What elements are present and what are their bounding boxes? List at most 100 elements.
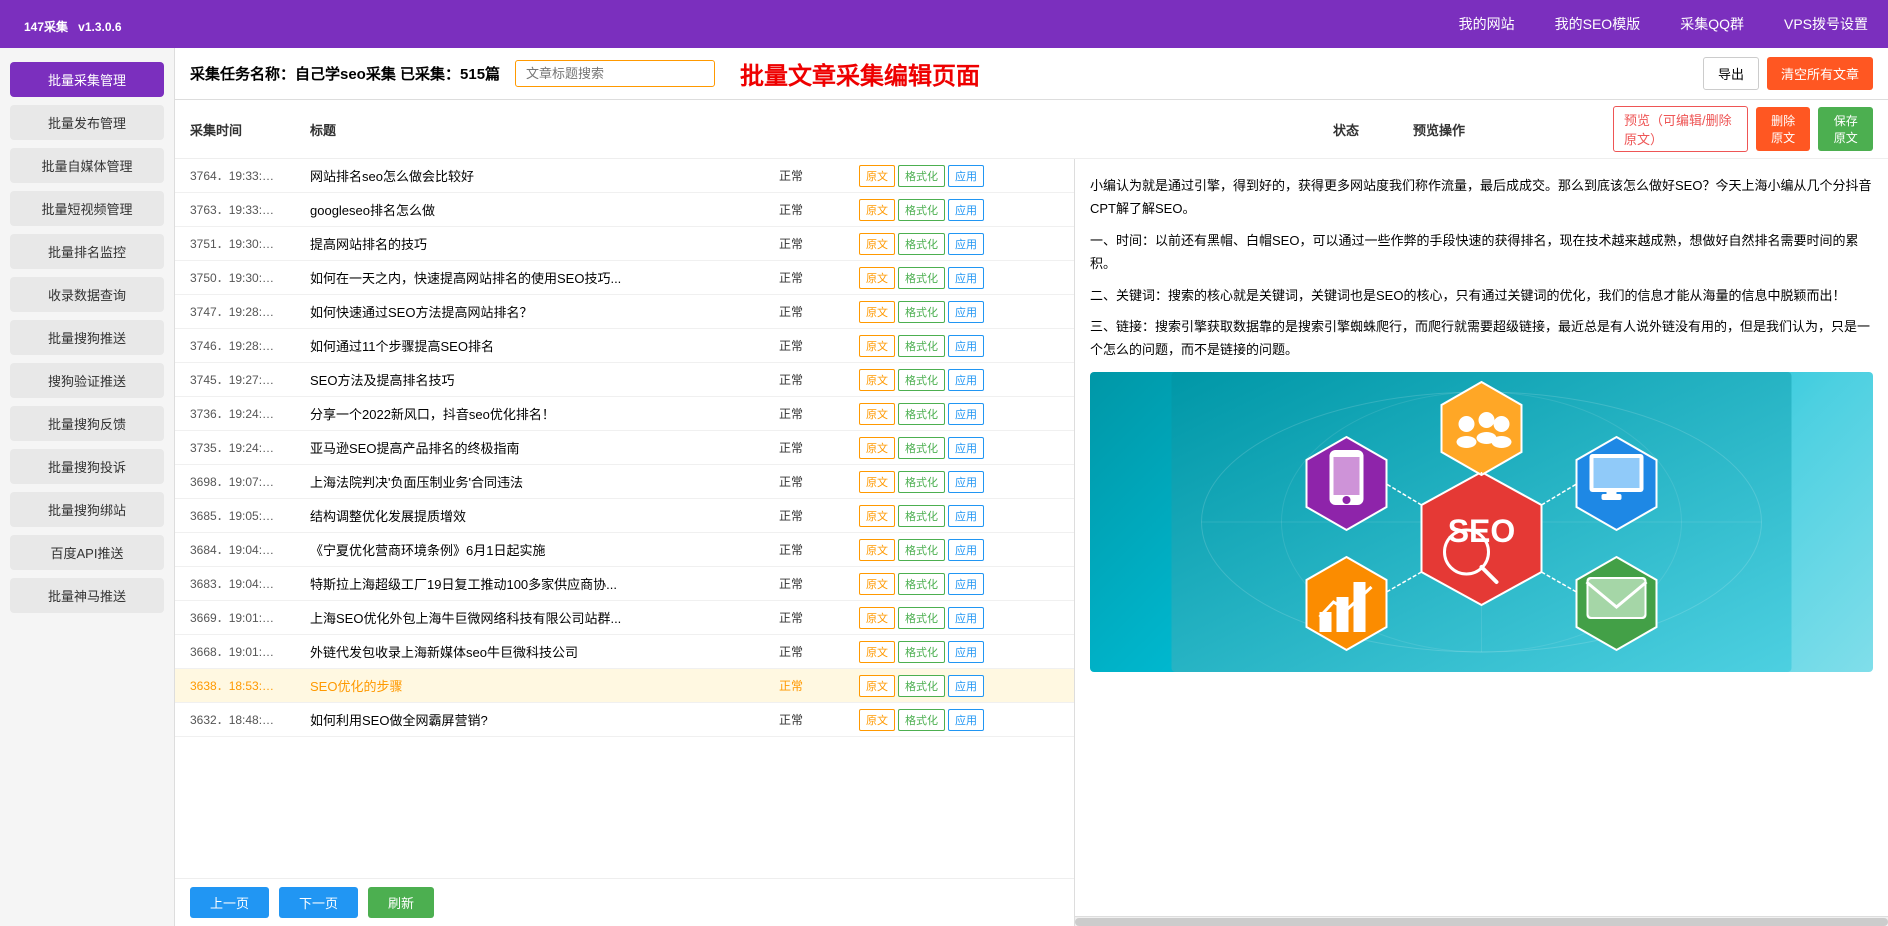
table-row[interactable]: 3685．19:05:… 结构调整优化发展提质增效 正常 原文 格式化 应用 bbox=[175, 499, 1074, 533]
sidebar-item-batch-shenma[interactable]: 批量神马推送 bbox=[10, 578, 164, 613]
op-orig-button[interactable]: 原文 bbox=[859, 369, 895, 391]
nav-my-website[interactable]: 我的网站 bbox=[1459, 14, 1515, 34]
table-row[interactable]: 3698．19:07:… 上海法院判决'负面压制业务'合同违法 正常 原文 格式… bbox=[175, 465, 1074, 499]
op-apply-button[interactable]: 应用 bbox=[948, 199, 984, 221]
nav-qq-group[interactable]: 采集QQ群 bbox=[1680, 14, 1744, 34]
op-orig-button[interactable]: 原文 bbox=[859, 267, 895, 289]
prev-page-button[interactable]: 上一页 bbox=[190, 887, 269, 918]
sidebar-item-batch-video[interactable]: 批量短视频管理 bbox=[10, 191, 164, 226]
op-fmt-button[interactable]: 格式化 bbox=[898, 709, 945, 731]
op-fmt-button[interactable]: 格式化 bbox=[898, 641, 945, 663]
table-row[interactable]: 3735．19:24:… 亚马逊SEO提高产品排名的终极指南 正常 原文 格式化… bbox=[175, 431, 1074, 465]
cell-time: 3747．19:28:… bbox=[190, 303, 310, 320]
table-row[interactable]: 3763．19:33:… googleseo排名怎么做 正常 原文 格式化 应用 bbox=[175, 193, 1074, 227]
table-row[interactable]: 3668．19:01:… 外链代发包收录上海新媒体seo牛巨微科技公司 正常 原… bbox=[175, 635, 1074, 669]
op-apply-button[interactable]: 应用 bbox=[948, 505, 984, 527]
table-row[interactable]: 3684．19:04:… 《宁夏优化营商环境条例》6月1日起实施 正常 原文 格… bbox=[175, 533, 1074, 567]
nav-vps-settings[interactable]: VPS拨号设置 bbox=[1784, 14, 1868, 34]
op-fmt-button[interactable]: 格式化 bbox=[898, 675, 945, 697]
op-apply-button[interactable]: 应用 bbox=[948, 369, 984, 391]
sidebar-item-batch-media[interactable]: 批量自媒体管理 bbox=[10, 148, 164, 183]
op-fmt-button[interactable]: 格式化 bbox=[898, 233, 945, 255]
op-fmt-button[interactable]: 格式化 bbox=[898, 335, 945, 357]
sidebar-item-collect-data[interactable]: 收录数据查询 bbox=[10, 277, 164, 312]
op-orig-button[interactable]: 原文 bbox=[859, 675, 895, 697]
sidebar-item-batch-publish[interactable]: 批量发布管理 bbox=[10, 105, 164, 140]
table-row[interactable]: 3750．19:30:… 如何在一天之内，快速提高网站排名的使用SEO技巧...… bbox=[175, 261, 1074, 295]
op-fmt-button[interactable]: 格式化 bbox=[898, 539, 945, 561]
op-fmt-button[interactable]: 格式化 bbox=[898, 165, 945, 187]
op-orig-button[interactable]: 原文 bbox=[859, 233, 895, 255]
table-scroll[interactable]: 3764．19:33:… 网站排名seo怎么做会比较好 正常 原文 格式化 应用… bbox=[175, 159, 1074, 878]
preview-scrollbar[interactable] bbox=[1075, 916, 1888, 926]
op-fmt-button[interactable]: 格式化 bbox=[898, 403, 945, 425]
table-row[interactable]: 3632．18:48:… 如何利用SEO做全网霸屏营销? 正常 原文 格式化 应… bbox=[175, 703, 1074, 737]
op-orig-button[interactable]: 原文 bbox=[859, 199, 895, 221]
table-row[interactable]: 3746．19:28:… 如何通过11个步骤提高SEO排名 正常 原文 格式化 … bbox=[175, 329, 1074, 363]
sidebar-item-batch-collect[interactable]: 批量采集管理 bbox=[10, 62, 164, 97]
op-fmt-button[interactable]: 格式化 bbox=[898, 199, 945, 221]
cell-ops: 原文 格式化 应用 bbox=[859, 233, 1059, 255]
op-orig-button[interactable]: 原文 bbox=[859, 335, 895, 357]
sidebar-item-batch-sogou-fb[interactable]: 批量搜狗反馈 bbox=[10, 406, 164, 441]
table-row[interactable]: 3745．19:27:… SEO方法及提高排名技巧 正常 原文 格式化 应用 bbox=[175, 363, 1074, 397]
op-orig-button[interactable]: 原文 bbox=[859, 403, 895, 425]
op-orig-button[interactable]: 原文 bbox=[859, 641, 895, 663]
sidebar-item-baidu-api[interactable]: 百度API推送 bbox=[10, 535, 164, 570]
op-apply-button[interactable]: 应用 bbox=[948, 233, 984, 255]
op-fmt-button[interactable]: 格式化 bbox=[898, 369, 945, 391]
op-fmt-button[interactable]: 格式化 bbox=[898, 437, 945, 459]
table-row[interactable]: 3764．19:33:… 网站排名seo怎么做会比较好 正常 原文 格式化 应用 bbox=[175, 159, 1074, 193]
clear-all-button[interactable]: 清空所有文章 bbox=[1767, 57, 1873, 90]
sidebar-item-batch-sogou-push[interactable]: 批量搜狗推送 bbox=[10, 320, 164, 355]
cell-status: 正常 bbox=[779, 473, 859, 490]
sidebar-item-sogou-verify[interactable]: 搜狗验证推送 bbox=[10, 363, 164, 398]
op-orig-button[interactable]: 原文 bbox=[859, 539, 895, 561]
op-apply-button[interactable]: 应用 bbox=[948, 165, 984, 187]
op-orig-button[interactable]: 原文 bbox=[859, 437, 895, 459]
op-orig-button[interactable]: 原文 bbox=[859, 573, 895, 595]
table-row[interactable]: 3751．19:30:… 提高网站排名的技巧 正常 原文 格式化 应用 bbox=[175, 227, 1074, 261]
op-apply-button[interactable]: 应用 bbox=[948, 607, 984, 629]
op-orig-button[interactable]: 原文 bbox=[859, 709, 895, 731]
refresh-button[interactable]: 刷新 bbox=[368, 887, 434, 918]
op-apply-button[interactable]: 应用 bbox=[948, 301, 984, 323]
op-fmt-button[interactable]: 格式化 bbox=[898, 505, 945, 527]
version-text: v1.3.0.6 bbox=[78, 20, 121, 34]
table-row[interactable]: 3683．19:04:… 特斯拉上海超级工厂19日复工推动100多家供应商协..… bbox=[175, 567, 1074, 601]
op-fmt-button[interactable]: 格式化 bbox=[898, 267, 945, 289]
op-fmt-button[interactable]: 格式化 bbox=[898, 471, 945, 493]
op-apply-button[interactable]: 应用 bbox=[948, 471, 984, 493]
sidebar-item-batch-sogou-complain[interactable]: 批量搜狗投诉 bbox=[10, 449, 164, 484]
sidebar-item-batch-sogou-bind[interactable]: 批量搜狗绑站 bbox=[10, 492, 164, 527]
op-apply-button[interactable]: 应用 bbox=[948, 539, 984, 561]
op-apply-button[interactable]: 应用 bbox=[948, 437, 984, 459]
table-row[interactable]: 3747．19:28:… 如何快速通过SEO方法提高网站排名？ 正常 原文 格式… bbox=[175, 295, 1074, 329]
preview-content[interactable]: 小编认为就是通过引擎，得到好的，获得更多网站度我们称作流量，最后成成交。那么到底… bbox=[1075, 159, 1888, 916]
nav-seo-template[interactable]: 我的SEO模版 bbox=[1555, 14, 1641, 34]
op-orig-button[interactable]: 原文 bbox=[859, 505, 895, 527]
table-row[interactable]: 3638．18:53:… SEO优化的步骤 正常 原文 格式化 应用 bbox=[175, 669, 1074, 703]
op-apply-button[interactable]: 应用 bbox=[948, 403, 984, 425]
op-orig-button[interactable]: 原文 bbox=[859, 165, 895, 187]
op-apply-button[interactable]: 应用 bbox=[948, 573, 984, 595]
save-orig-button[interactable]: 保存原文 bbox=[1818, 107, 1873, 151]
table-row[interactable]: 3736．19:24:… 分享一个2022新风口，抖音seo优化排名！ 正常 原… bbox=[175, 397, 1074, 431]
sidebar-item-batch-rank[interactable]: 批量排名监控 bbox=[10, 234, 164, 269]
op-apply-button[interactable]: 应用 bbox=[948, 335, 984, 357]
op-orig-button[interactable]: 原文 bbox=[859, 301, 895, 323]
op-fmt-button[interactable]: 格式化 bbox=[898, 607, 945, 629]
op-apply-button[interactable]: 应用 bbox=[948, 709, 984, 731]
search-input[interactable] bbox=[515, 60, 715, 87]
table-row[interactable]: 3669．19:01:… 上海SEO优化外包上海牛巨微网络科技有限公司站群...… bbox=[175, 601, 1074, 635]
next-page-button[interactable]: 下一页 bbox=[279, 887, 358, 918]
op-fmt-button[interactable]: 格式化 bbox=[898, 573, 945, 595]
op-apply-button[interactable]: 应用 bbox=[948, 675, 984, 697]
op-orig-button[interactable]: 原文 bbox=[859, 607, 895, 629]
delete-orig-button[interactable]: 删除原文 bbox=[1756, 107, 1811, 151]
op-apply-button[interactable]: 应用 bbox=[948, 641, 984, 663]
op-apply-button[interactable]: 应用 bbox=[948, 267, 984, 289]
op-orig-button[interactable]: 原文 bbox=[859, 471, 895, 493]
export-button[interactable]: 导出 bbox=[1703, 57, 1759, 90]
op-fmt-button[interactable]: 格式化 bbox=[898, 301, 945, 323]
